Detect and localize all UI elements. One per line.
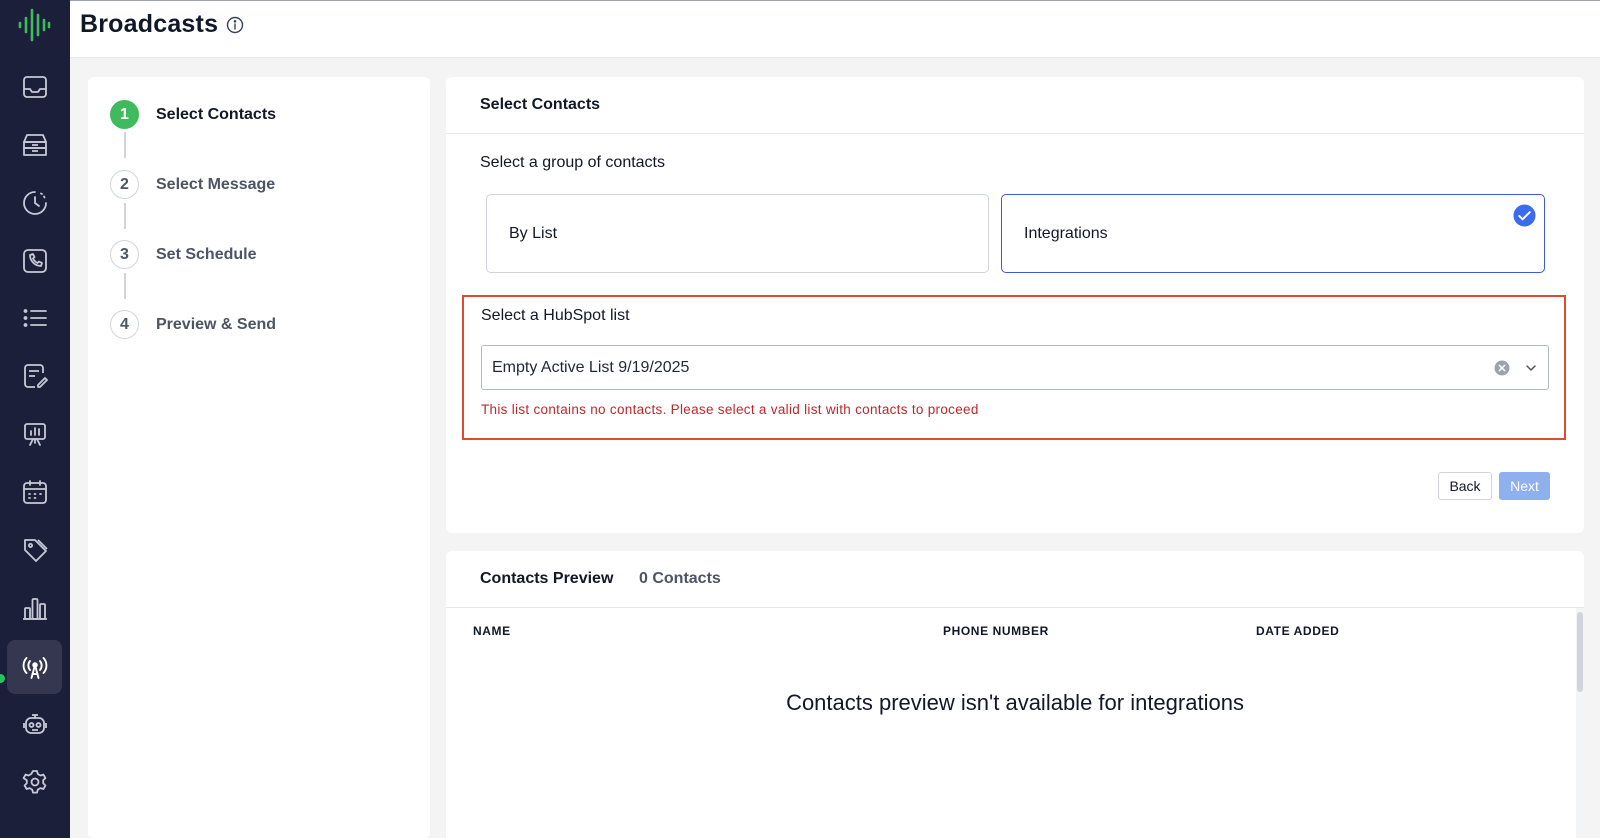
list-icon (23, 309, 47, 327)
bot-icon (22, 714, 47, 734)
sidebar-item-templates[interactable] (7, 349, 62, 403)
inbox-icon (22, 76, 47, 98)
chevron-down-icon[interactable] (1524, 361, 1538, 375)
step-set-schedule[interactable]: 3 Set Schedule (110, 240, 256, 269)
step-label: Set Schedule (156, 245, 257, 263)
sidebar-item-calendar[interactable] (7, 465, 62, 519)
sidebar (0, 0, 70, 838)
hubspot-list-error: This list contains no contacts. Please s… (481, 402, 979, 417)
bar-chart-icon (22, 598, 47, 620)
sidebar-item-tags[interactable] (7, 523, 62, 577)
preview-title: Contacts Preview (480, 570, 614, 587)
step-label: Preview & Send (156, 315, 277, 333)
clear-icon[interactable] (1494, 360, 1510, 376)
step-select-message[interactable]: 2 Select Message (110, 170, 275, 199)
next-button[interactable]: Next (1499, 472, 1550, 500)
phone-icon (22, 249, 47, 273)
app-logo-icon[interactable] (15, 6, 53, 44)
card-title: Select Contacts (480, 96, 601, 113)
hubspot-list-label: Select a HubSpot list (481, 307, 630, 324)
contacts-count: 0 Contacts (639, 570, 721, 587)
divider (446, 133, 1584, 134)
tag-icon (23, 539, 48, 562)
divider (446, 607, 1584, 608)
sidebar-item-calls[interactable] (7, 234, 62, 288)
sidebar-item-settings[interactable] (7, 755, 62, 809)
scroll-thumb[interactable] (1577, 612, 1583, 692)
calendar-icon (22, 480, 47, 504)
scrollbar[interactable] (1576, 608, 1584, 838)
step-number: 2 (110, 170, 139, 199)
back-button[interactable]: Back (1438, 472, 1492, 500)
templates-icon (23, 364, 48, 388)
page-title: Broadcasts (80, 10, 219, 38)
active-indicator (0, 674, 5, 683)
step-number: 4 (110, 310, 139, 339)
sidebar-item-bot[interactable] (7, 698, 62, 752)
step-connector (124, 273, 126, 299)
stepper: 1 Select Contacts 2 Select Message 3 Set… (88, 77, 430, 838)
sidebar-item-history[interactable] (7, 176, 62, 230)
history-icon (22, 191, 47, 215)
archive-icon (22, 134, 47, 156)
top-header: Broadcasts (70, 0, 1600, 58)
step-select-contacts[interactable]: 1 Select Contacts (110, 100, 276, 129)
broadcast-icon (22, 657, 47, 679)
option-by-list[interactable]: By List (486, 194, 989, 273)
column-header-phone[interactable]: PHONE NUMBER (943, 624, 1049, 638)
info-icon[interactable] (226, 16, 244, 34)
column-header-date[interactable]: DATE ADDED (1256, 624, 1339, 638)
sidebar-item-broadcasts[interactable] (7, 640, 62, 694)
check-circle-icon (1513, 204, 1536, 227)
option-label: Integrations (1024, 225, 1108, 242)
step-label: Select Message (156, 175, 276, 193)
select-contacts-card: Select Contacts Select a group of contac… (446, 77, 1584, 533)
step-connector (124, 203, 126, 229)
presentation-icon (23, 423, 46, 446)
sidebar-item-inbox[interactable] (7, 60, 62, 114)
sidebar-item-archive[interactable] (7, 118, 62, 172)
contacts-preview-card: Contacts Preview 0 Contacts NAME PHONE N… (446, 551, 1584, 838)
hubspot-list-select[interactable]: Empty Active List 9/19/2025 (481, 345, 1549, 390)
gear-icon (22, 770, 46, 794)
step-number: 3 (110, 240, 139, 269)
sidebar-item-lists[interactable] (7, 291, 62, 345)
hubspot-list-section: Select a HubSpot list Empty Active List … (462, 295, 1566, 440)
group-label: Select a group of contacts (480, 154, 665, 171)
step-connector (124, 132, 126, 158)
column-header-name[interactable]: NAME (473, 624, 511, 638)
step-number: 1 (110, 100, 139, 129)
step-preview-send[interactable]: 4 Preview & Send (110, 310, 276, 339)
step-label: Select Contacts (156, 105, 277, 123)
sidebar-item-analytics[interactable] (7, 581, 62, 635)
hubspot-list-value: Empty Active List 9/19/2025 (492, 359, 690, 376)
empty-state-message: Contacts preview isn't available for int… (786, 690, 1244, 715)
option-label: By List (509, 225, 558, 242)
sidebar-item-presentation[interactable] (7, 407, 62, 461)
option-integrations[interactable]: Integrations (1001, 194, 1545, 273)
